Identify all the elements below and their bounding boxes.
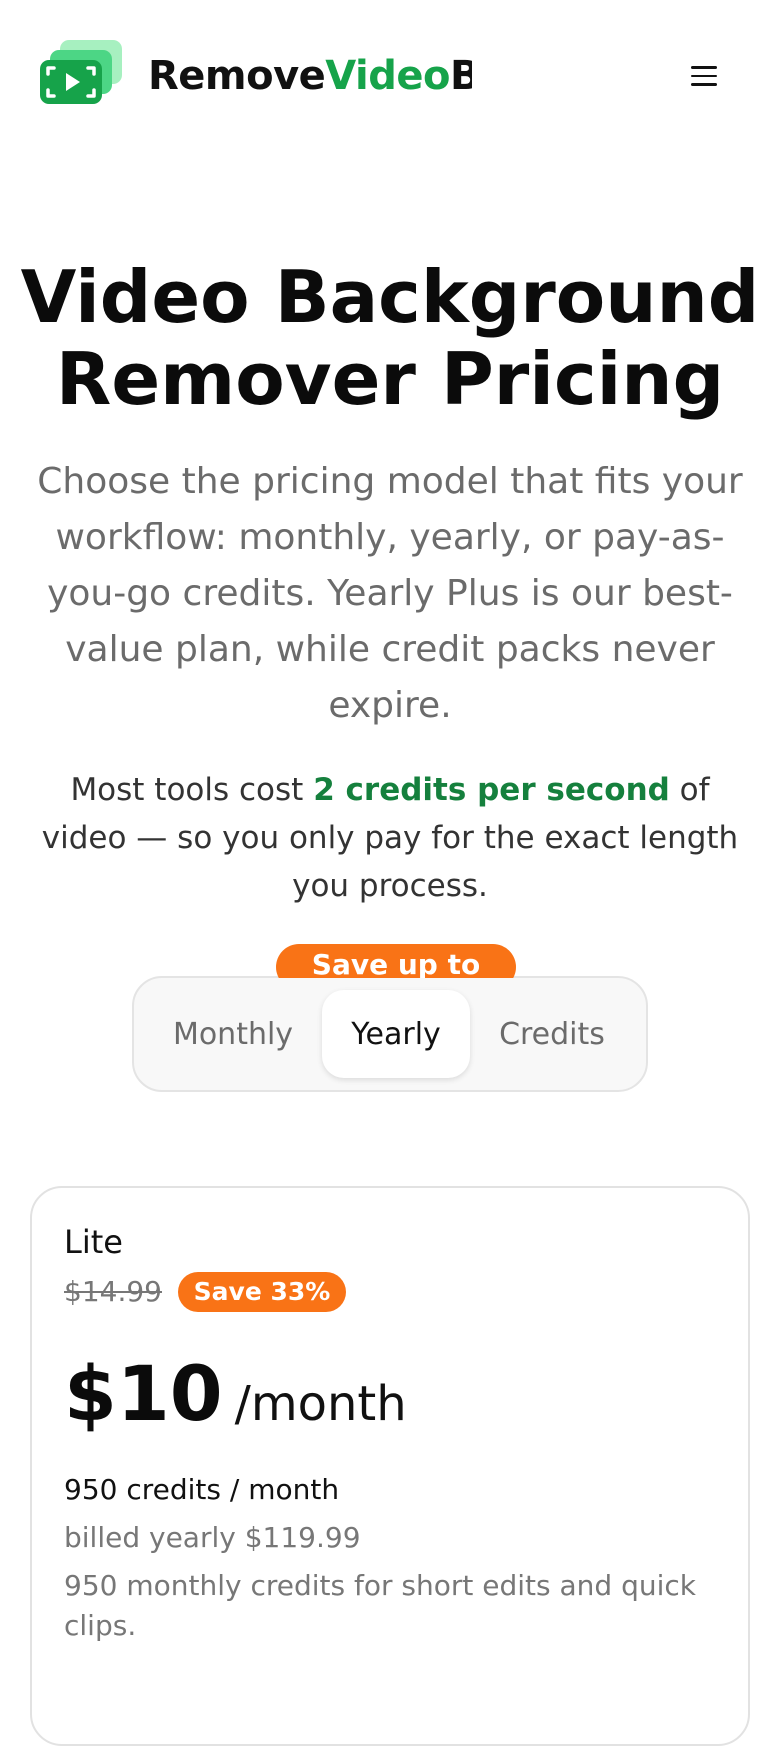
plan-credits: 950 credits / month: [64, 1473, 340, 1506]
site-header: RemoveVideoB: [0, 0, 780, 150]
page-title: Video Background Remover Pricing: [20, 255, 760, 421]
plan-price: $10: [64, 1349, 223, 1438]
plan-price-period: /month: [234, 1376, 407, 1432]
hamburger-menu-icon: [691, 66, 717, 86]
plan-name: Lite: [64, 1223, 123, 1261]
credits-note-highlight: 2 credits per second: [313, 772, 670, 808]
plan-old-price: $14.99: [64, 1275, 162, 1308]
brand-name-part-video: Video: [325, 53, 451, 99]
plan-price-row: $10/month: [64, 1344, 407, 1444]
plan-card-lite: [30, 1186, 750, 1746]
tab-yearly[interactable]: Yearly: [322, 990, 470, 1078]
credits-note-prefix: Most tools cost: [70, 772, 314, 808]
page-subtitle: Choose the pricing model that fits your …: [37, 461, 743, 726]
brand-name-part-remove: Remove: [148, 53, 326, 99]
tab-credits[interactable]: Credits: [474, 990, 630, 1078]
credits-note: Most tools cost 2 credits per second of …: [40, 766, 740, 910]
plan-billed-yearly: billed yearly $119.99: [64, 1521, 361, 1554]
menu-button[interactable]: [680, 52, 728, 100]
brand-name-part-truncated: B: [450, 53, 472, 99]
plan-description: 950 monthly credits for short edits and …: [64, 1569, 696, 1642]
tab-monthly[interactable]: Monthly: [148, 990, 318, 1078]
brand-logo-text[interactable]: RemoveVideoB: [148, 48, 472, 104]
plan-save-badge: Save 33%: [178, 1272, 346, 1312]
video-frame-icon[interactable]: [40, 40, 130, 112]
billing-toggle-edge: [260, 978, 530, 990]
